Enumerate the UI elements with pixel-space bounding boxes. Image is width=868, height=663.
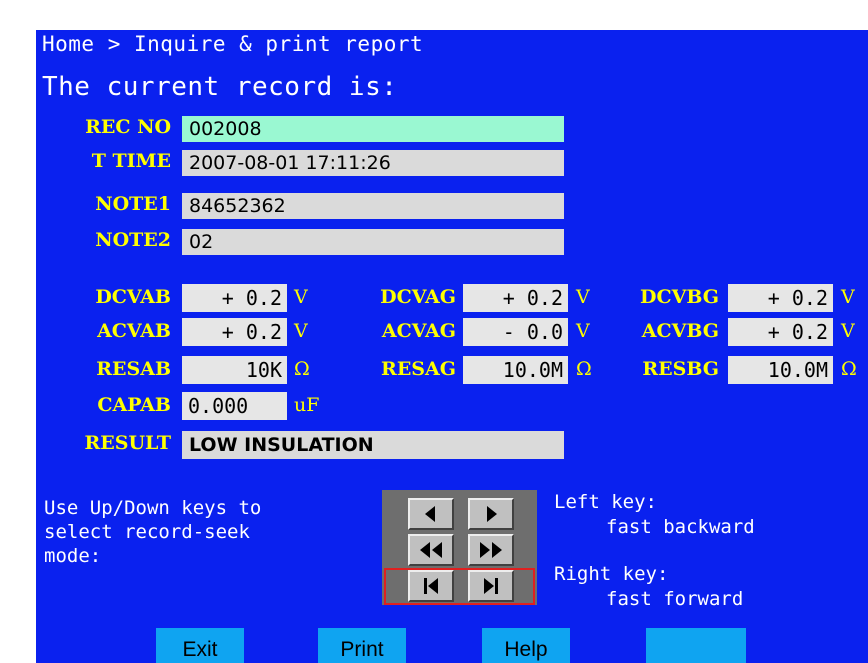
- record-seek-keypad: [382, 490, 537, 605]
- step-forward-icon: [487, 506, 497, 522]
- fast-forward-icon: [480, 542, 502, 558]
- dcvag-label: DCVAG: [380, 286, 456, 308]
- acvbg-value: + 0.2: [728, 318, 833, 346]
- exit-button[interactable]: Exit: [156, 628, 244, 663]
- step-back-icon: [425, 506, 435, 522]
- resab-value: 10K: [182, 356, 287, 384]
- fast-forward-key[interactable]: [468, 534, 514, 566]
- dcvbg-label: DCVBG: [640, 286, 719, 308]
- step-forward-key[interactable]: [468, 498, 514, 530]
- capab-label: CAPAB: [97, 394, 171, 416]
- resbg-unit: Ω: [841, 358, 857, 380]
- acvbg-label: ACVBG: [641, 320, 719, 342]
- acvag-value: - 0.0: [463, 318, 568, 346]
- right-key-title: Right key:: [554, 563, 669, 585]
- capab-value: 0.000: [182, 392, 287, 420]
- rewind-key[interactable]: [408, 534, 454, 566]
- dcvag-unit: V: [576, 286, 590, 308]
- dcvbg-unit: V: [841, 286, 855, 308]
- note2-field: 02: [182, 229, 564, 255]
- resab-unit: Ω: [294, 358, 310, 380]
- acvag-unit: V: [576, 320, 590, 342]
- acvag-label: ACVAG: [381, 320, 456, 342]
- test-time-label: T TIME: [91, 150, 171, 172]
- rewind-icon: [420, 542, 442, 558]
- blank-button[interactable]: [646, 628, 746, 663]
- resag-label: RESAG: [381, 358, 456, 380]
- selected-seek-mode-highlight: [384, 568, 535, 605]
- dcvab-label: DCVAB: [95, 286, 171, 308]
- acvab-value: + 0.2: [182, 318, 287, 346]
- help-button[interactable]: Help: [482, 628, 570, 663]
- page-title: The current record is:: [42, 72, 398, 102]
- resab-label: RESAB: [96, 358, 171, 380]
- note1-field: 84652362: [182, 193, 564, 219]
- breadcrumb: Home > Inquire & print report: [42, 32, 424, 56]
- note2-label: NOTE2: [95, 229, 171, 251]
- result-label: RESULT: [84, 432, 171, 454]
- resbg-value: 10.0M: [728, 356, 833, 384]
- right-key-desc: fast forward: [606, 588, 744, 610]
- dcvag-value: + 0.2: [463, 284, 568, 312]
- record-seek-hint: Use Up/Down keys to select record-seek m…: [44, 497, 262, 567]
- instrument-screen: Home > Inquire & print report The curren…: [36, 30, 868, 663]
- print-button[interactable]: Print: [318, 628, 406, 663]
- dcvab-value: + 0.2: [182, 284, 287, 312]
- left-key-desc: fast backward: [606, 516, 755, 538]
- acvbg-unit: V: [841, 320, 855, 342]
- note1-label: NOTE1: [95, 193, 171, 215]
- capab-unit: uF: [294, 394, 320, 416]
- acvab-label: ACVAB: [97, 320, 171, 342]
- dcvab-unit: V: [294, 286, 308, 308]
- resbg-label: RESBG: [642, 358, 719, 380]
- test-time-field: 2007-08-01 17:11:26: [182, 150, 564, 176]
- step-back-key[interactable]: [408, 498, 454, 530]
- left-key-title: Left key:: [554, 491, 657, 513]
- result-field: LOW INSULATION: [182, 431, 564, 459]
- dcvbg-value: + 0.2: [728, 284, 833, 312]
- acvab-unit: V: [294, 320, 308, 342]
- resag-value: 10.0M: [463, 356, 568, 384]
- resag-unit: Ω: [576, 358, 592, 380]
- rec-no-label: REC NO: [85, 116, 171, 138]
- rec-no-field[interactable]: 002008: [182, 116, 564, 142]
